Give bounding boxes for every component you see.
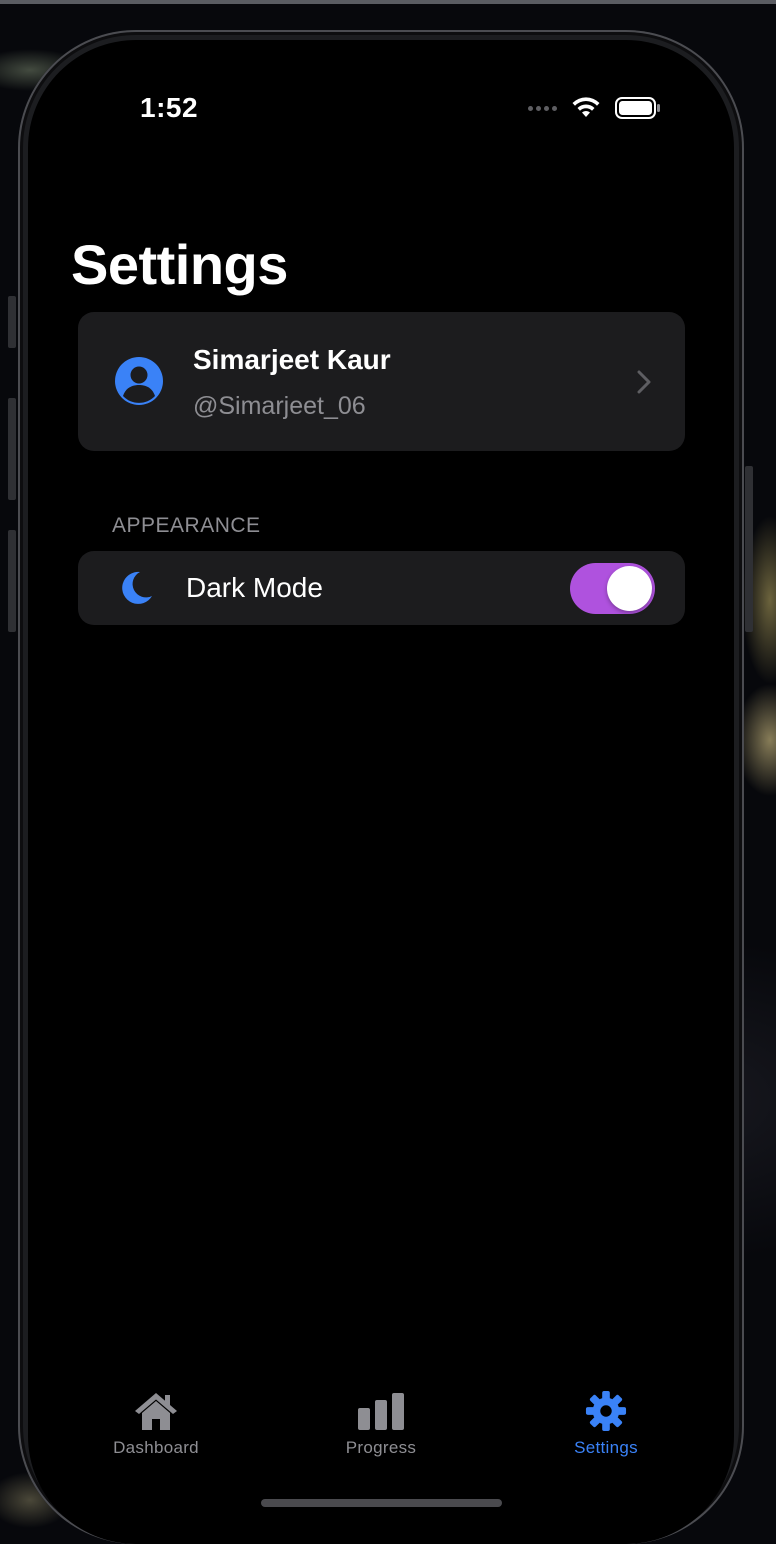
battery-icon	[615, 97, 660, 119]
volume-down-button	[8, 530, 16, 632]
cellular-signal-icon	[528, 105, 557, 111]
status-time: 1:52	[140, 92, 199, 123]
window-top-edge	[0, 0, 776, 4]
tab-bar: Dashboard Progress Settings	[0, 1390, 776, 1470]
gear-icon	[585, 1390, 627, 1432]
mute-switch	[8, 296, 16, 348]
dark-mode-label: Dark Mode	[186, 572, 323, 603]
section-header-appearance: APPEARANCE	[112, 514, 261, 537]
bar-chart-icon	[358, 1393, 404, 1430]
home-indicator[interactable]	[261, 1499, 502, 1507]
power-button	[745, 466, 753, 632]
dark-mode-row: Dark Mode	[78, 551, 685, 625]
moon-icon	[122, 571, 152, 604]
tab-label-progress: Progress	[345, 1438, 417, 1457]
status-icons	[528, 96, 661, 120]
tab-label-settings: Settings	[574, 1438, 638, 1457]
profile-name: Simarjeet Kaur	[193, 344, 391, 375]
tab-dashboard[interactable]: Dashboard	[86, 1390, 226, 1470]
dark-mode-toggle[interactable]	[570, 563, 655, 614]
tab-label-dashboard: Dashboard	[113, 1438, 199, 1457]
tab-settings[interactable]: Settings	[536, 1390, 676, 1470]
wifi-icon	[572, 97, 600, 117]
profile-row[interactable]: Simarjeet Kaur @Simarjeet_06	[78, 312, 685, 451]
house-icon	[135, 1393, 177, 1430]
page-title: Settings	[71, 233, 288, 296]
tab-progress[interactable]: Progress	[311, 1390, 451, 1470]
chevron-right-icon	[637, 370, 651, 394]
person-circle-icon	[115, 357, 163, 405]
profile-handle: @Simarjeet_06	[193, 392, 366, 420]
volume-up-button	[8, 398, 16, 500]
toggle-knob[interactable]	[607, 566, 652, 611]
